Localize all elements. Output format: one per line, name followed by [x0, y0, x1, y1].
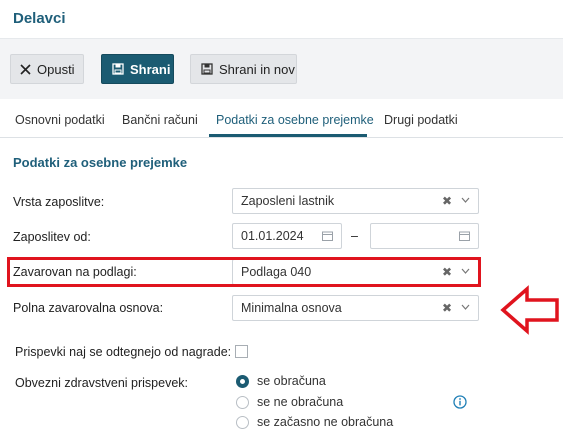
date-range-separator: – — [351, 229, 358, 243]
tab-other-data[interactable]: Drugi podatki — [384, 113, 458, 127]
cancel-button-label: Opusti — [37, 61, 75, 77]
radio-temporarily-not-calculated[interactable] — [236, 416, 249, 429]
deduct-contributions-checkbox[interactable] — [235, 345, 248, 358]
employment-from-label: Zaposlitev od: — [13, 230, 91, 244]
floppy-disk-icon — [201, 63, 213, 75]
close-icon — [20, 63, 31, 75]
floppy-disk-icon — [112, 63, 124, 75]
employment-from-date-input[interactable]: 01.01.2024 — [232, 223, 342, 249]
radio-temporarily-not-calculated-label[interactable]: se začasno ne obračuna — [257, 415, 393, 429]
chevron-down-icon[interactable] — [461, 304, 470, 310]
clear-icon[interactable]: ✖ — [442, 194, 452, 208]
health-contribution-label: Obvezni zdravstveni prispevek: — [15, 376, 188, 390]
employment-type-select[interactable]: Zaposleni lastnik ✖ — [232, 188, 479, 214]
chevron-down-icon[interactable] — [461, 197, 470, 203]
left-arrow-icon — [500, 285, 559, 335]
radio-calculated[interactable] — [236, 375, 249, 388]
radio-not-calculated-label[interactable]: se ne obračuna — [257, 395, 343, 409]
calendar-icon[interactable] — [459, 231, 470, 241]
deduct-contributions-label: Prispevki naj se odtegnejo od nagrade: — [15, 345, 232, 359]
highlight-box — [7, 257, 481, 287]
active-tab-indicator — [209, 134, 367, 137]
save-button-label: Shrani — [130, 61, 171, 77]
cancel-button[interactable]: Opusti — [10, 54, 84, 84]
full-insurance-basis-label: Polna zavarovalna osnova: — [13, 301, 164, 315]
full-insurance-basis-value: Minimalna osnova — [241, 301, 342, 315]
tab-personal-income-data[interactable]: Podatki za osebne prejemke — [216, 113, 374, 127]
page-title: Delavci — [13, 10, 66, 27]
tab-bank-accounts[interactable]: Bančni računi — [122, 113, 198, 127]
section-title: Podatki za osebne prejemke — [13, 155, 188, 170]
tab-basic-data[interactable]: Osnovni podatki — [15, 113, 105, 127]
full-insurance-basis-select[interactable]: Minimalna osnova ✖ — [232, 295, 479, 321]
employment-to-date-input[interactable] — [370, 223, 479, 249]
page-header: Delavci — [0, 0, 563, 39]
employment-type-label: Vrsta zaposlitve: — [13, 195, 105, 209]
calendar-icon[interactable] — [322, 231, 333, 241]
radio-calculated-label[interactable]: se obračuna — [257, 374, 326, 388]
radio-not-calculated[interactable] — [236, 396, 249, 409]
employment-from-value: 01.01.2024 — [241, 229, 304, 243]
save-button[interactable]: Shrani — [101, 54, 174, 84]
info-icon[interactable] — [453, 395, 467, 409]
save-and-new-button-label: Shrani in nov — [219, 61, 295, 77]
employment-type-value: Zaposleni lastnik — [241, 194, 335, 208]
save-and-new-button[interactable]: Shrani in nov — [190, 54, 297, 84]
clear-icon[interactable]: ✖ — [442, 301, 452, 315]
